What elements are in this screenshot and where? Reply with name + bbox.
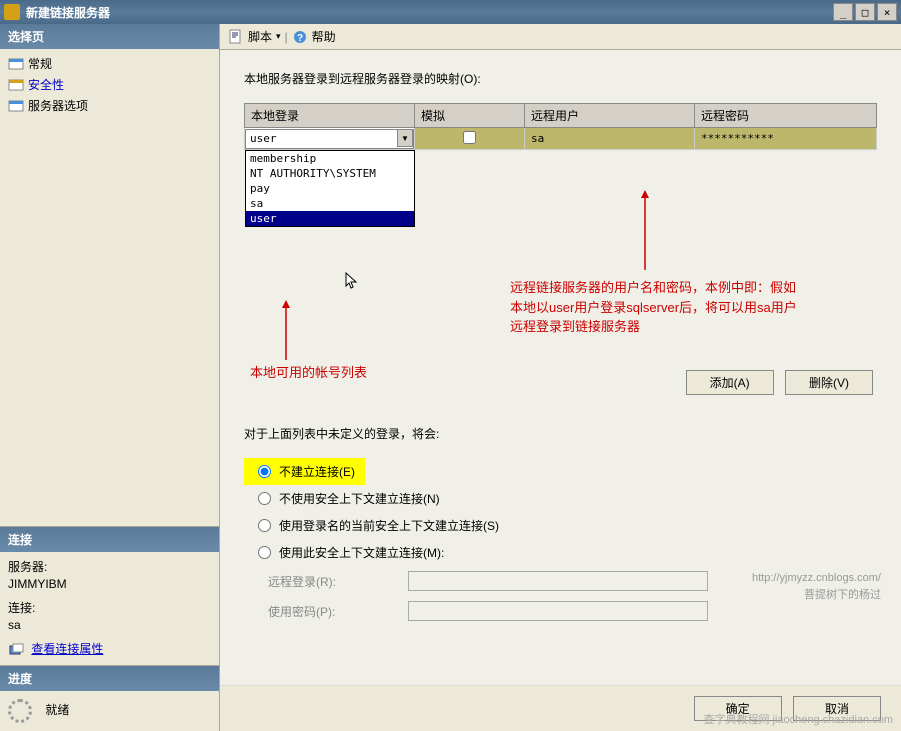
use-password-label: 使用密码(P): xyxy=(268,603,408,620)
annotation-arrow-icon xyxy=(635,190,655,270)
connection-header: 连接 xyxy=(0,527,219,552)
radio-label: 使用此安全上下文建立连接(M): xyxy=(279,544,444,561)
window-icon xyxy=(4,4,20,20)
progress-header: 进度 xyxy=(0,666,219,691)
content-panel: 脚本 ▾ | ? 帮助 本地服务器登录到远程服务器登录的映射(O): 本地登录 … xyxy=(220,24,901,731)
page-label: 常规 xyxy=(28,55,52,72)
titlebar: 新建链接服务器 _ □ × xyxy=(0,0,901,24)
local-login-combo[interactable] xyxy=(245,129,414,149)
script-button[interactable]: 脚本 xyxy=(248,28,272,45)
annotation-arrow-icon xyxy=(276,300,296,360)
radio-no-connect[interactable] xyxy=(258,465,271,478)
delete-button[interactable]: 删除(V) xyxy=(785,370,873,395)
mapping-label: 本地服务器登录到远程服务器登录的映射(O): xyxy=(244,70,877,87)
use-password-input xyxy=(408,601,708,621)
remote-password-cell[interactable]: *********** xyxy=(695,132,876,145)
select-page-header: 选择页 xyxy=(0,24,219,49)
radio-no-security-row[interactable]: 不使用安全上下文建立连接(N) xyxy=(244,485,877,512)
watermark: http://yjmyzz.cnblogs.com/ 菩提树下的杨过 xyxy=(752,570,881,603)
page-icon xyxy=(8,99,24,113)
footer: 确定 取消 查字典教程网 jiaocheng.chazidian.com xyxy=(220,685,901,731)
script-dropdown[interactable]: ▾ xyxy=(276,31,281,42)
combo-dropdown-button[interactable] xyxy=(397,129,413,147)
annotation-remote-creds: 远程链接服务器的用户名和密码，本例中即：假如 本地以user用户登录sqlser… xyxy=(510,278,797,337)
radio-current-security-row[interactable]: 使用登录名的当前安全上下文建立连接(S) xyxy=(244,512,877,539)
page-server-options[interactable]: 服务器选项 xyxy=(0,95,219,116)
table-row[interactable]: membership NT AUTHORITY\SYSTEM pay sa us… xyxy=(245,128,877,150)
annotation-local-accounts: 本地可用的帐号列表 xyxy=(250,362,367,381)
help-icon: ? xyxy=(292,29,308,45)
dropdown-item[interactable]: user xyxy=(246,211,414,226)
server-value: JIMMYIBM xyxy=(8,577,211,591)
window-title: 新建链接服务器 xyxy=(26,4,831,21)
col-remote-password[interactable]: 远程密码 xyxy=(695,104,877,128)
svg-text:?: ? xyxy=(297,33,303,44)
col-local-login[interactable]: 本地登录 xyxy=(245,104,415,128)
col-impersonate[interactable]: 模拟 xyxy=(415,104,525,128)
dropdown-item[interactable]: NT AUTHORITY\SYSTEM xyxy=(246,166,414,181)
cursor-icon xyxy=(345,272,359,292)
link-icon xyxy=(8,643,24,657)
radio-this-security[interactable] xyxy=(258,546,271,559)
progress-status: 就绪 xyxy=(45,703,69,717)
radio-no-connect-row[interactable]: 不建立连接(E) xyxy=(244,458,365,485)
connection-label: 连接: xyxy=(8,599,211,616)
connection-value: sa xyxy=(8,618,211,632)
sidebar: 选择页 常规 安全性 服务器选项 连接 服务器: JIMMYIBM 连接: sa xyxy=(0,24,220,731)
page-icon xyxy=(8,78,24,92)
login-mappings-table: 本地登录 模拟 远程用户 远程密码 membership NT AU xyxy=(244,103,877,150)
bottom-watermark: 查字典教程网 jiaocheng.chazidian.com xyxy=(703,711,893,727)
maximize-button[interactable]: □ xyxy=(855,3,875,21)
toolbar: 脚本 ▾ | ? 帮助 xyxy=(220,24,901,50)
page-icon xyxy=(8,57,24,71)
dropdown-item[interactable]: pay xyxy=(246,181,414,196)
remote-login-input xyxy=(408,571,708,591)
page-general[interactable]: 常规 xyxy=(0,53,219,74)
radio-current-security[interactable] xyxy=(258,519,271,532)
progress-spinner-icon xyxy=(8,699,32,723)
radio-this-security-row[interactable]: 使用此安全上下文建立连接(M): xyxy=(244,539,877,566)
close-button[interactable]: × xyxy=(877,3,897,21)
local-login-dropdown: membership NT AUTHORITY\SYSTEM pay sa us… xyxy=(245,150,415,227)
page-security[interactable]: 安全性 xyxy=(0,74,219,95)
page-label: 安全性 xyxy=(28,76,64,93)
radio-no-security[interactable] xyxy=(258,492,271,505)
col-remote-user[interactable]: 远程用户 xyxy=(525,104,695,128)
dropdown-item[interactable]: sa xyxy=(246,196,414,211)
script-icon xyxy=(228,29,244,45)
add-button[interactable]: 添加(A) xyxy=(686,370,774,395)
remote-user-cell[interactable]: sa xyxy=(525,132,694,145)
view-connection-link[interactable]: 查看连接属性 xyxy=(31,640,103,657)
dropdown-item[interactable]: membership xyxy=(246,151,414,166)
radio-label: 不建立连接(E) xyxy=(279,463,355,480)
radio-label: 使用登录名的当前安全上下文建立连接(S) xyxy=(279,517,499,534)
radio-label: 不使用安全上下文建立连接(N) xyxy=(279,490,440,507)
remote-login-label: 远程登录(R): xyxy=(268,573,408,590)
impersonate-checkbox[interactable] xyxy=(463,131,476,144)
undefined-logins-label: 对于上面列表中未定义的登录，将会: xyxy=(244,425,877,442)
help-button[interactable]: 帮助 xyxy=(312,28,336,45)
minimize-button[interactable]: _ xyxy=(833,3,853,21)
server-label: 服务器: xyxy=(8,558,211,575)
page-label: 服务器选项 xyxy=(28,97,88,114)
